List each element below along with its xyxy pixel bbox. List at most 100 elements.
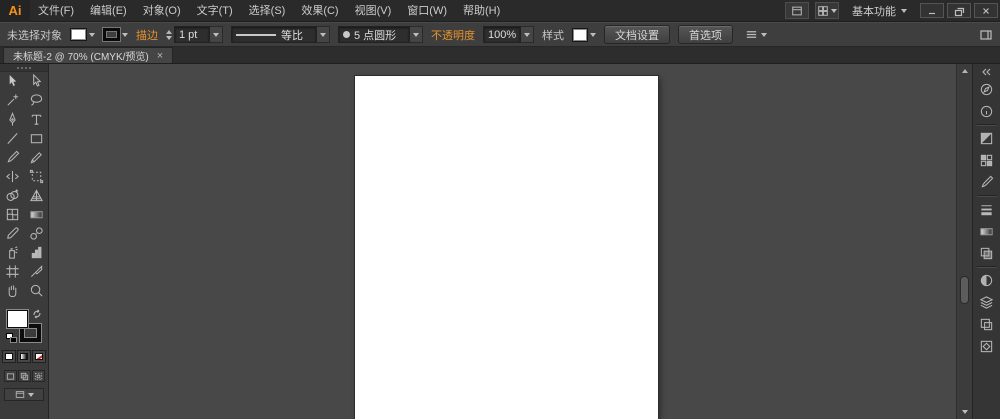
control-panel-menu[interactable] [741,28,771,41]
menu-item-3[interactable]: 文字(T) [189,0,241,22]
panel-info[interactable] [973,100,1000,122]
perspective-grid-tool[interactable] [24,186,48,205]
none-fill-icon [35,353,43,360]
close-button[interactable] [974,3,998,18]
menu-item-4[interactable]: 选择(S) [241,0,294,22]
stroke-panel-link[interactable]: 描边 [136,27,158,43]
panel-symbols[interactable] [973,335,1000,357]
panel-brushes[interactable] [973,171,1000,193]
panel-swatches[interactable] [973,149,1000,171]
chevron-down-icon [524,32,530,37]
scroll-down-button[interactable] [957,405,973,419]
column-graph-tool[interactable] [24,243,48,262]
pen-tool[interactable] [0,110,24,129]
screen-mode-button[interactable] [4,388,44,401]
symbol-sprayer-tool[interactable] [0,243,24,262]
width-profile-combo[interactable]: 等比 [231,26,330,43]
menu-item-7[interactable]: 窗口(W) [399,0,455,22]
paintbrush-tool[interactable] [0,148,24,167]
stroke-weight-dropdown[interactable] [210,26,223,43]
swap-colors-button[interactable] [32,309,42,319]
canvas-area[interactable] [49,64,956,419]
opacity-combo[interactable]: 100% [483,26,534,43]
stroke-lines-icon [979,202,994,217]
lasso-tool[interactable] [24,91,48,110]
none-button[interactable] [32,350,46,363]
pencil-tool[interactable] [24,148,48,167]
panel-color[interactable] [973,127,1000,149]
app-logo: Ai [0,0,30,22]
magic-wand-tool[interactable] [0,91,24,110]
panel-artboards[interactable] [973,313,1000,335]
opacity-field[interactable]: 100% [483,26,521,43]
opacity-dropdown[interactable] [521,26,534,43]
menu-item-6[interactable]: 视图(V) [347,0,400,22]
gradient-button[interactable] [17,350,31,363]
line-segment-tool[interactable] [0,129,24,148]
color-button[interactable] [2,350,16,363]
shape-builder-tool[interactable] [0,186,24,205]
draw-inside-button[interactable] [31,370,45,382]
menu-item-5[interactable]: 效果(C) [293,0,346,22]
fill-color-dropdown[interactable] [70,28,95,41]
menu-item-8[interactable]: 帮助(H) [455,0,508,22]
document-setup-button[interactable]: 文档设置 [604,25,670,44]
artboard-tool[interactable] [0,262,24,281]
toolbar-grip[interactable] [0,64,48,72]
brush-definition-dropdown[interactable] [410,26,423,43]
tool-grid [0,72,48,300]
restore-button[interactable] [947,3,971,18]
panel-gradient[interactable] [973,220,1000,242]
draw-behind-button[interactable] [17,370,31,382]
scroll-up-button[interactable] [957,64,973,78]
stroke-weight-combo[interactable]: 1 pt [166,26,223,43]
hand-tool[interactable] [0,281,24,300]
swatches-icon [979,153,994,168]
type-tool[interactable] [24,110,48,129]
panel-navigator[interactable] [973,78,1000,100]
stepper-down-icon [166,35,172,40]
stroke-weight-stepper[interactable] [166,29,172,40]
panel-stroke[interactable] [973,198,1000,220]
scroll-thumb[interactable] [960,276,969,304]
width-profile-dropdown[interactable] [317,26,330,43]
rectangle-tool[interactable] [24,129,48,148]
mesh-tool[interactable] [0,205,24,224]
panel-layers[interactable] [973,291,1000,313]
bridge-button[interactable] [785,2,809,19]
menu-item-2[interactable]: 对象(O) [135,0,189,22]
blend-tool[interactable] [24,224,48,243]
direct-selection-tool[interactable] [24,72,48,91]
free-transform-tool[interactable] [24,167,48,186]
preferences-button[interactable]: 首选项 [678,25,733,44]
width-tool[interactable] [0,167,24,186]
fill-color-indicator[interactable] [7,310,28,328]
draw-normal-button[interactable] [3,370,17,382]
brush-definition-combo[interactable]: 5 点圆形 [338,26,423,43]
slice-tool[interactable] [24,262,48,281]
tab-close-button[interactable]: × [157,50,163,61]
gradient-tool[interactable] [24,205,48,224]
artboard[interactable] [354,75,659,419]
opacity-panel-link[interactable]: 不透明度 [431,27,475,43]
eyedropper-tool[interactable] [0,224,24,243]
arrange-documents-button[interactable] [815,2,839,19]
fill-color-swatch [70,28,87,41]
stroke-weight-field[interactable]: 1 pt [174,26,210,43]
control-panel-dock-button[interactable] [979,28,993,42]
document-tab[interactable]: 未标题-2 @ 70% (CMYK/预览) × [3,47,174,63]
panel-appearance[interactable] [973,269,1000,291]
zoom-tool[interactable] [24,281,48,300]
workspace-switcher[interactable]: 基本功能 [842,3,917,19]
panel-transparency[interactable] [973,242,1000,264]
menu-item-1[interactable]: 编辑(E) [82,0,135,22]
vertical-scrollbar[interactable] [956,64,972,419]
selection-tool[interactable] [0,72,24,91]
expand-panels-button[interactable] [973,65,1000,78]
default-colors-button[interactable] [6,333,17,343]
stroke-color-dropdown[interactable] [103,28,128,41]
width-profile-label: 等比 [281,29,303,42]
style-dropdown[interactable] [572,27,596,42]
menu-item-0[interactable]: 文件(F) [30,0,82,22]
minimize-button[interactable] [920,3,944,18]
